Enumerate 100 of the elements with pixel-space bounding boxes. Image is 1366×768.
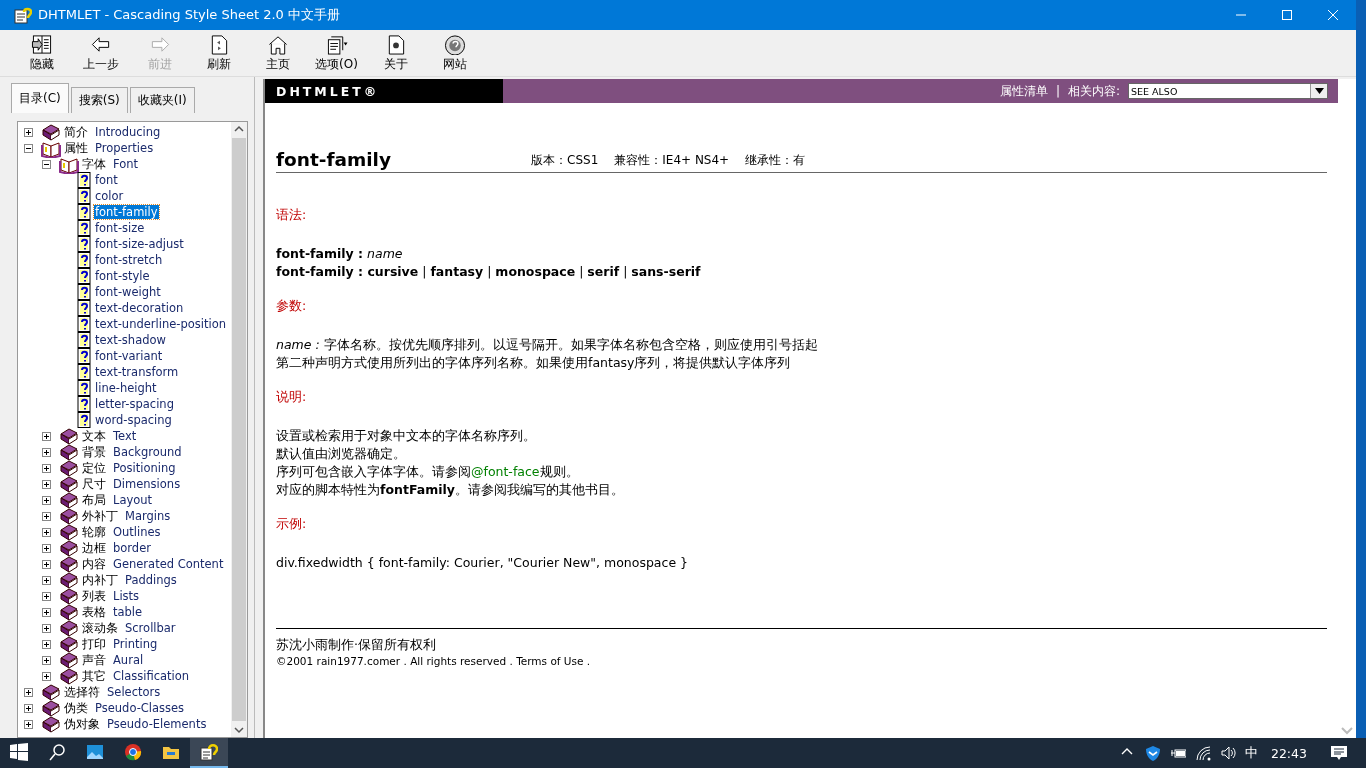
tree-item[interactable]: Aural: [112, 653, 145, 667]
collapse-toggle[interactable]: [24, 143, 33, 153]
tree-item-label[interactable]: 边框: [82, 539, 106, 557]
tree-item[interactable]: Background: [112, 445, 183, 459]
expand-toggle[interactable]: [42, 639, 51, 649]
tree-item[interactable]: Selectors: [106, 685, 162, 699]
tree-item[interactable]: Paddings: [124, 573, 178, 587]
tree-item-label[interactable]: 尺寸: [82, 475, 106, 493]
tree-item-label[interactable]: 文本: [82, 427, 106, 445]
expand-toggle[interactable]: [42, 463, 51, 473]
tree-item[interactable]: border: [112, 541, 152, 555]
tree-item-label[interactable]: 外补丁: [82, 507, 118, 525]
tree-item[interactable]: font-size-adjust: [94, 237, 185, 251]
tree-item-label[interactable]: 列表: [82, 587, 106, 605]
tree-item[interactable]: Positioning: [112, 461, 177, 475]
expand-toggle[interactable]: [42, 495, 51, 505]
tree-item[interactable]: Layout: [112, 493, 154, 507]
toolbar-button[interactable]: 网站: [425, 30, 484, 74]
tree-item[interactable]: Font: [112, 157, 140, 171]
tree-item[interactable]: text-transform: [94, 365, 180, 379]
tree-item[interactable]: Pseudo-Elements: [106, 717, 208, 731]
toolbar-button[interactable]: 选项(O): [307, 30, 366, 74]
tree-item-label[interactable]: 字体: [82, 155, 106, 173]
tree-item[interactable]: Margins: [124, 509, 172, 523]
tree-item[interactable]: font-size: [94, 221, 146, 235]
toolbar-button[interactable]: 上一步: [71, 30, 130, 74]
tree-item-label[interactable]: 选择符: [64, 683, 100, 701]
tree-item[interactable]: Pseudo-Classes: [94, 701, 186, 715]
tab[interactable]: 收藏夹(I): [129, 87, 195, 113]
tree-item[interactable]: Properties: [94, 141, 155, 155]
expand-toggle[interactable]: [42, 527, 51, 537]
tree-item[interactable]: Generated Content: [112, 557, 225, 571]
tree-item[interactable]: table: [112, 605, 144, 619]
expand-toggle[interactable]: [42, 431, 51, 441]
tree-item[interactable]: Outlines: [112, 525, 162, 539]
tree-item[interactable]: Classification: [112, 669, 191, 683]
scrollbar[interactable]: [231, 122, 247, 737]
taskbar-button[interactable]: [190, 738, 228, 768]
toolbar-button[interactable]: 主页: [248, 30, 307, 74]
expand-toggle[interactable]: [24, 719, 33, 729]
tree-item-label[interactable]: 内容: [82, 555, 106, 573]
expand-toggle[interactable]: [42, 543, 51, 553]
tree-item[interactable]: Printing: [112, 637, 159, 651]
expand-toggle[interactable]: [42, 655, 51, 665]
tree-item[interactable]: font-variant: [94, 349, 164, 363]
tree-item-label[interactable]: 打印: [82, 635, 106, 653]
tree-item-label[interactable]: 属性: [64, 139, 88, 157]
expand-toggle[interactable]: [24, 127, 33, 137]
see-also-dropdown[interactable]: SEE ALSO: [1128, 83, 1328, 99]
expand-toggle[interactable]: [24, 687, 33, 697]
tab[interactable]: 搜索(S): [70, 87, 128, 113]
expand-toggle[interactable]: [42, 559, 51, 569]
tree-item[interactable]: text-shadow: [94, 333, 167, 347]
tree-item-label[interactable]: 简介: [64, 123, 88, 141]
toolbar-button[interactable]: 隐藏: [12, 30, 71, 74]
tree-item-label[interactable]: 滚动条: [82, 619, 118, 637]
collapse-toggle[interactable]: [42, 159, 51, 169]
tree-item[interactable]: line-height: [94, 381, 158, 395]
scroll-thumb[interactable]: [232, 138, 246, 721]
tree-item-label[interactable]: 其它: [82, 667, 106, 685]
tree-item-label[interactable]: 声音: [82, 651, 106, 669]
tree-item-label[interactable]: 伪对象: [64, 715, 100, 733]
expand-toggle[interactable]: [42, 607, 51, 617]
tree-item[interactable]: Introducing: [94, 125, 162, 139]
clock[interactable]: 22:43: [1270, 745, 1307, 761]
tree-item[interactable]: text-underline-position: [94, 317, 227, 331]
tree-item[interactable]: color: [94, 189, 125, 203]
tree-item[interactable]: word-spacing: [94, 413, 173, 427]
tree-item[interactable]: Scrollbar: [124, 621, 177, 635]
wifi-icon[interactable]: [1194, 745, 1211, 761]
expand-toggle[interactable]: [42, 671, 51, 681]
tree-item-label[interactable]: 表格: [82, 603, 106, 621]
tab[interactable]: 目录(C): [11, 83, 69, 113]
input-method-indicator[interactable]: 中: [1244, 744, 1258, 762]
volume-icon[interactable]: [1219, 745, 1236, 761]
expand-toggle[interactable]: [42, 623, 51, 633]
tree-item[interactable]: font-stretch: [94, 253, 164, 267]
toolbar-button[interactable]: 刷新: [189, 30, 248, 74]
notification-icon[interactable]: [1330, 745, 1348, 761]
expand-toggle[interactable]: [42, 479, 51, 489]
tree-item[interactable]: font-family: [94, 205, 159, 219]
tree-item-label[interactable]: 布局: [82, 491, 106, 509]
toolbar-button[interactable]: 关于: [366, 30, 425, 74]
tree-item[interactable]: Lists: [112, 589, 141, 603]
tree-item[interactable]: font: [94, 173, 119, 187]
tree-item-label[interactable]: 定位: [82, 459, 106, 477]
tree-item[interactable]: text-decoration: [94, 301, 185, 315]
tree-item-label[interactable]: 轮廓: [82, 523, 106, 541]
tree-item[interactable]: font-style: [94, 269, 151, 283]
expand-toggle[interactable]: [42, 511, 51, 521]
expand-toggle[interactable]: [24, 703, 33, 713]
tree-item[interactable]: Dimensions: [112, 477, 182, 491]
expand-toggle[interactable]: [42, 447, 51, 457]
expand-toggle[interactable]: [42, 575, 51, 585]
tree-item-label[interactable]: 背景: [82, 443, 106, 461]
tree-item[interactable]: letter-spacing: [94, 397, 175, 411]
shield-icon[interactable]: [1144, 745, 1161, 761]
tree-item-label[interactable]: 伪类: [64, 699, 88, 717]
tree-item[interactable]: Text: [112, 429, 138, 443]
tree-item-label[interactable]: 内补丁: [82, 571, 118, 589]
